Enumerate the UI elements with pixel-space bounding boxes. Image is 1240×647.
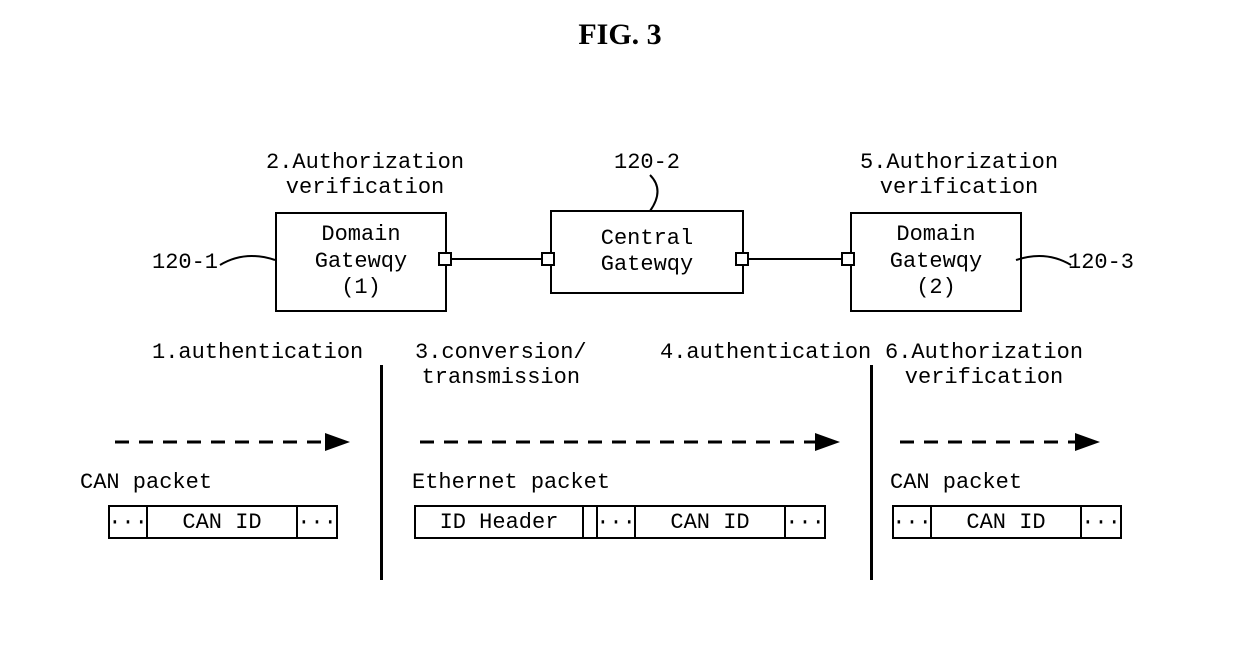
step-4-label: 4.authentication [660, 340, 871, 365]
central-gateway-box: Central Gatewqy [550, 210, 744, 294]
can2-ellipsis-r: ··· [1082, 505, 1122, 539]
leader-120-3 [1016, 250, 1076, 280]
diagram-canvas: FIG. 3 2.Authorization verification 5.Au… [0, 0, 1240, 647]
eth-gap [584, 505, 596, 539]
ref-120-2: 120-2 [614, 150, 680, 175]
arrow-ethernet [420, 430, 840, 454]
leader-120-2 [640, 175, 670, 215]
can-packet-1-label: CAN packet [80, 470, 212, 495]
step-1-label: 1.authentication [152, 340, 363, 365]
step-3-label: 3.conversion/ transmission [415, 340, 587, 391]
arrow-can-1 [115, 430, 350, 454]
ref-120-1: 120-1 [152, 250, 218, 275]
leader-120-1 [220, 250, 280, 280]
eth-can-id: CAN ID [636, 505, 786, 539]
port-dg2-left [841, 252, 855, 266]
step-6-label: 6.Authorization verification [885, 340, 1083, 391]
step-5-label: 5.Authorization verification [860, 150, 1058, 201]
port-cg-left [541, 252, 555, 266]
can1-id: CAN ID [148, 505, 298, 539]
can2-ellipsis-l: ··· [892, 505, 932, 539]
step-2-label: 2.Authorization verification [266, 150, 464, 201]
arrow-can-2 [900, 430, 1100, 454]
vline-1 [380, 365, 383, 580]
eth-can-ellipsis-r: ··· [786, 505, 826, 539]
can-packet-1: ··· CAN ID ··· [108, 505, 338, 539]
vline-2 [870, 365, 873, 580]
can1-ellipsis-r: ··· [298, 505, 338, 539]
can-packet-2-label: CAN packet [890, 470, 1022, 495]
can1-ellipsis-l: ··· [108, 505, 148, 539]
port-dg1-right [438, 252, 452, 266]
ethernet-packet-label: Ethernet packet [412, 470, 610, 495]
port-cg-right [735, 252, 749, 266]
can-packet-2: ··· CAN ID ··· [892, 505, 1122, 539]
eth-can-ellipsis-l: ··· [596, 505, 636, 539]
eth-id-header: ID Header [414, 505, 584, 539]
ethernet-packet: ID Header ··· CAN ID ··· [414, 505, 826, 539]
figure-title: FIG. 3 [0, 18, 1240, 52]
domain-gateway-2-box: Domain Gatewqy (2) [850, 212, 1022, 312]
domain-gateway-1-box: Domain Gatewqy (1) [275, 212, 447, 312]
can2-id: CAN ID [932, 505, 1082, 539]
connector-cg-dg2 [749, 258, 841, 260]
ref-120-3: 120-3 [1068, 250, 1134, 275]
connector-dg1-cg [452, 258, 541, 260]
